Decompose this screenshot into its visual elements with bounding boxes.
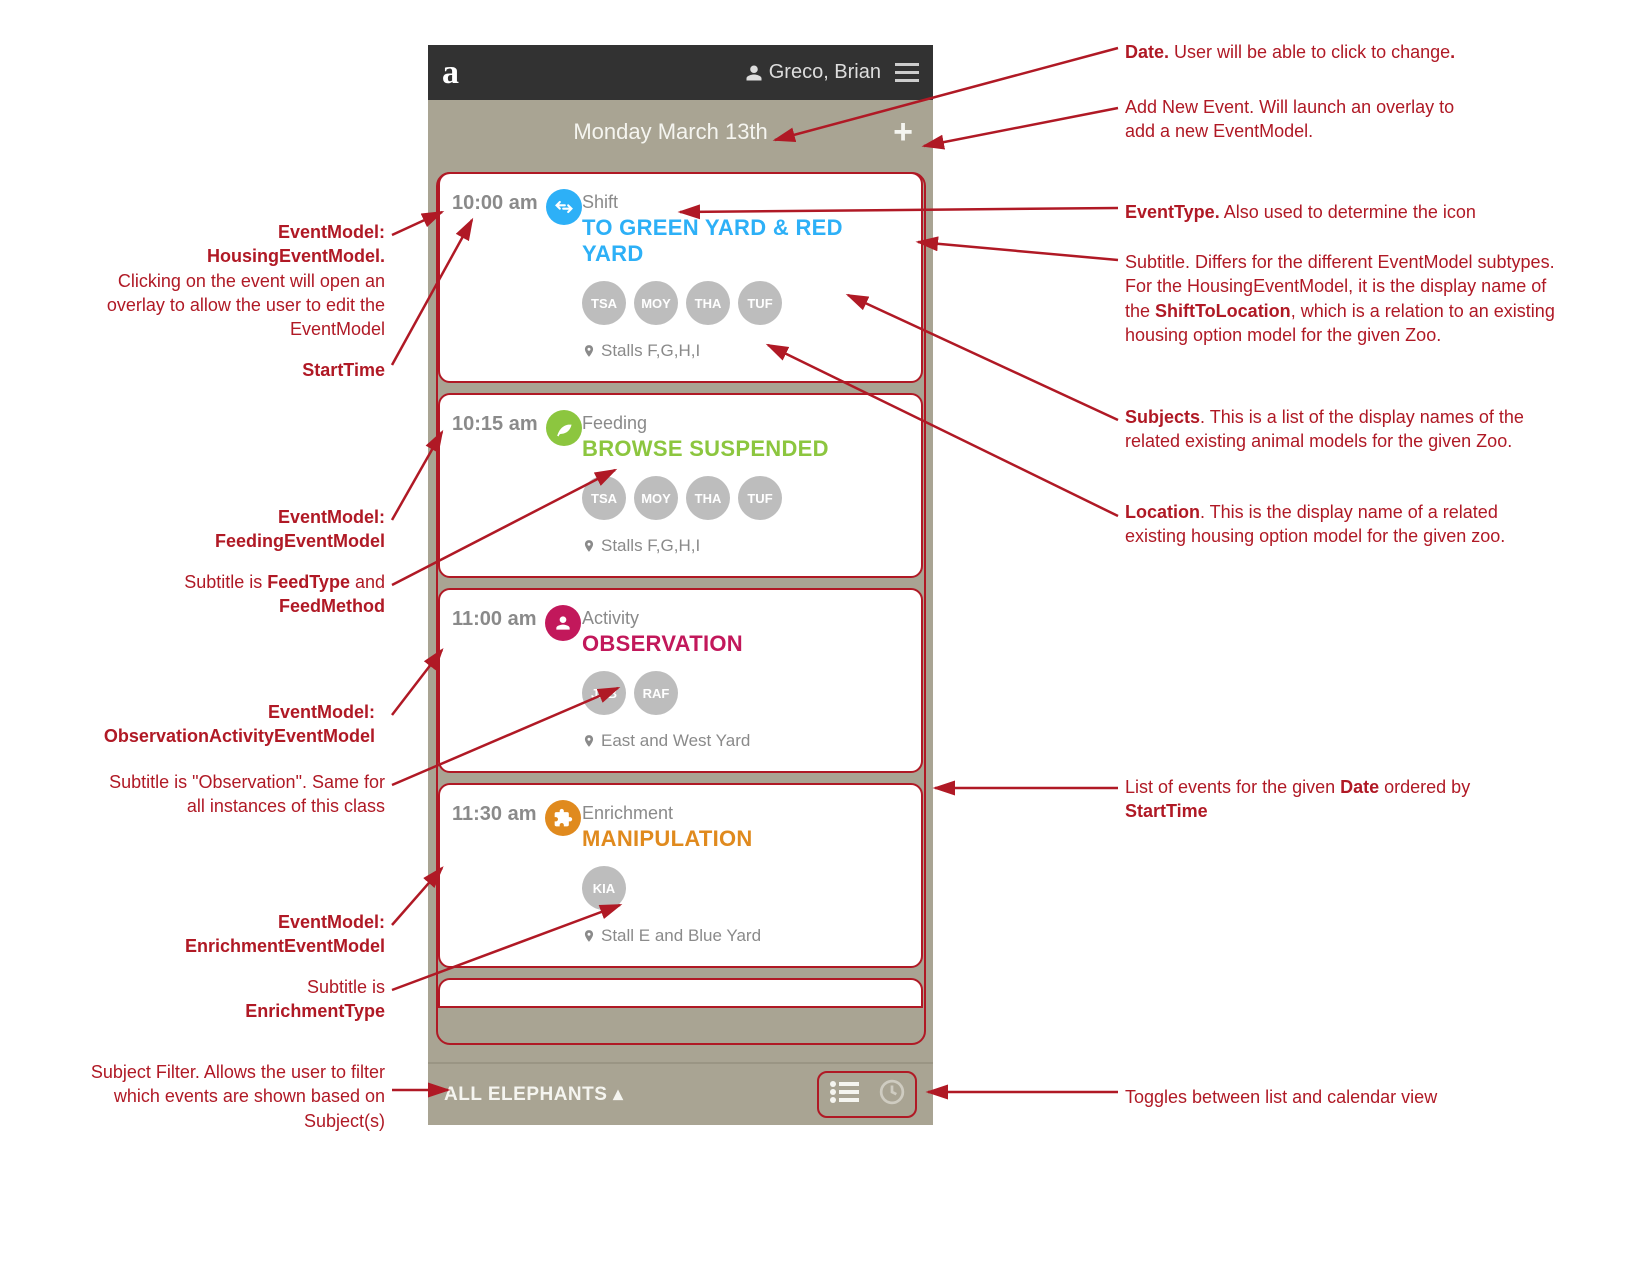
event-location: East and West Yard	[582, 731, 905, 751]
user-icon	[745, 64, 763, 82]
subject-chip: MOY	[634, 476, 678, 520]
subject-chip: TUF	[738, 476, 782, 520]
app-logo: a	[442, 54, 459, 92]
subject-chips: JABRAF	[582, 671, 905, 715]
anno-feeding-subtitle: Subtitle is FeedType and FeedMethod	[100, 570, 385, 619]
anno-enrich-subtitle: Subtitle is EnrichmentType	[195, 975, 385, 1024]
event-location: Stalls F,G,H,I	[582, 341, 905, 361]
subject-chip: MOY	[634, 281, 678, 325]
event-time: 10:15 am	[452, 413, 538, 436]
event-type-label: Activity	[582, 608, 905, 629]
date-label[interactable]: Monday March 13th	[448, 119, 893, 145]
date-bar: Monday March 13th +	[428, 100, 933, 164]
anno-enrich: EventModel:EnrichmentEventModel	[105, 910, 385, 959]
event-card[interactable]: 11:30 am Enrichment MANIPULATION KIA Sta…	[438, 783, 923, 968]
anno-add-event: Add New Event. Will launch an overlay to…	[1125, 95, 1485, 144]
event-card[interactable]: 10:15 am Feeding BROWSE SUSPENDED TSAMOY…	[438, 393, 923, 578]
subject-chip: KIA	[582, 866, 626, 910]
anno-subjects: Subjects. This is a list of the display …	[1125, 405, 1555, 454]
bottom-bar: ALL ELEPHANTS ▴	[428, 1062, 933, 1125]
calendar-view-button[interactable]	[879, 1079, 905, 1110]
event-type-label: Enrichment	[582, 803, 905, 824]
event-time: 11:30 am	[452, 803, 537, 826]
event-location: Stall E and Blue Yard	[582, 926, 905, 946]
anno-toggles: Toggles between list and calendar view	[1125, 1085, 1437, 1109]
view-toggle	[817, 1071, 917, 1118]
event-card[interactable]: 10:00 am Shift TO GREEN YARD & RED YARD …	[438, 172, 923, 383]
user-display[interactable]: Greco, Brian	[745, 61, 881, 84]
subject-chips: TSAMOYTHATUF	[582, 476, 905, 520]
subject-chip: TSA	[582, 281, 626, 325]
event-subtitle: MANIPULATION	[582, 826, 905, 852]
event-location: Stalls F,G,H,I	[582, 536, 905, 556]
subject-chip: JAB	[582, 671, 626, 715]
caret-up-icon: ▴	[613, 1084, 623, 1105]
subject-chip: THA	[686, 281, 730, 325]
subject-chips: TSAMOYTHATUF	[582, 281, 905, 325]
user-name: Greco, Brian	[769, 61, 881, 84]
event-type-icon	[546, 410, 582, 446]
add-event-button[interactable]: +	[893, 113, 913, 152]
anno-subtitle: Subtitle. Differs for the different Even…	[1125, 250, 1565, 347]
anno-obs: EventModel:ObservationActivityEventModel	[15, 700, 375, 749]
anno-subject-filter: Subject Filter. Allows the user to filte…	[55, 1060, 385, 1133]
event-subtitle: BROWSE SUSPENDED	[582, 436, 905, 462]
subject-chip: RAF	[634, 671, 678, 715]
subject-filter[interactable]: ALL ELEPHANTS ▴	[444, 1083, 623, 1106]
subject-chip: THA	[686, 476, 730, 520]
anno-starttime: StartTime	[170, 358, 385, 382]
event-time: 11:00 am	[452, 608, 537, 631]
subject-chip: TSA	[582, 476, 626, 520]
event-card[interactable]: 11:00 am Activity OBSERVATION JABRAF Eas…	[438, 588, 923, 773]
subject-chip: TUF	[738, 281, 782, 325]
phone-mockup: a Greco, Brian Monday March 13th + 10:00…	[428, 45, 933, 1125]
event-type-label: Shift	[582, 192, 905, 213]
list-view-button[interactable]	[829, 1080, 861, 1109]
menu-icon[interactable]	[895, 63, 919, 82]
event-subtitle: TO GREEN YARD & RED YARD	[582, 215, 905, 267]
app-header: a Greco, Brian	[428, 45, 933, 100]
anno-feeding: EventModel:FeedingEventModel	[120, 505, 385, 554]
anno-location: Location. This is the display name of a …	[1125, 500, 1535, 549]
anno-listevents: List of events for the given Date ordere…	[1125, 775, 1485, 824]
event-time: 10:00 am	[452, 192, 538, 215]
anno-housing: EventModel:HousingEventModel.Clicking on…	[55, 220, 385, 341]
anno-obs-subtitle: Subtitle is "Observation". Same for all …	[90, 770, 385, 819]
event-subtitle: OBSERVATION	[582, 631, 905, 657]
event-type-icon	[545, 605, 581, 641]
event-type-icon	[545, 800, 581, 836]
event-type-icon	[546, 189, 582, 225]
event-type-label: Feeding	[582, 413, 905, 434]
event-card-partial[interactable]	[438, 978, 923, 1008]
anno-date: Date. User will be able to click to chan…	[1125, 40, 1455, 64]
anno-eventtype: EventType. Also used to determine the ic…	[1125, 200, 1476, 224]
event-list: 10:00 am Shift TO GREEN YARD & RED YARD …	[428, 164, 933, 1062]
subject-chips: KIA	[582, 866, 905, 910]
